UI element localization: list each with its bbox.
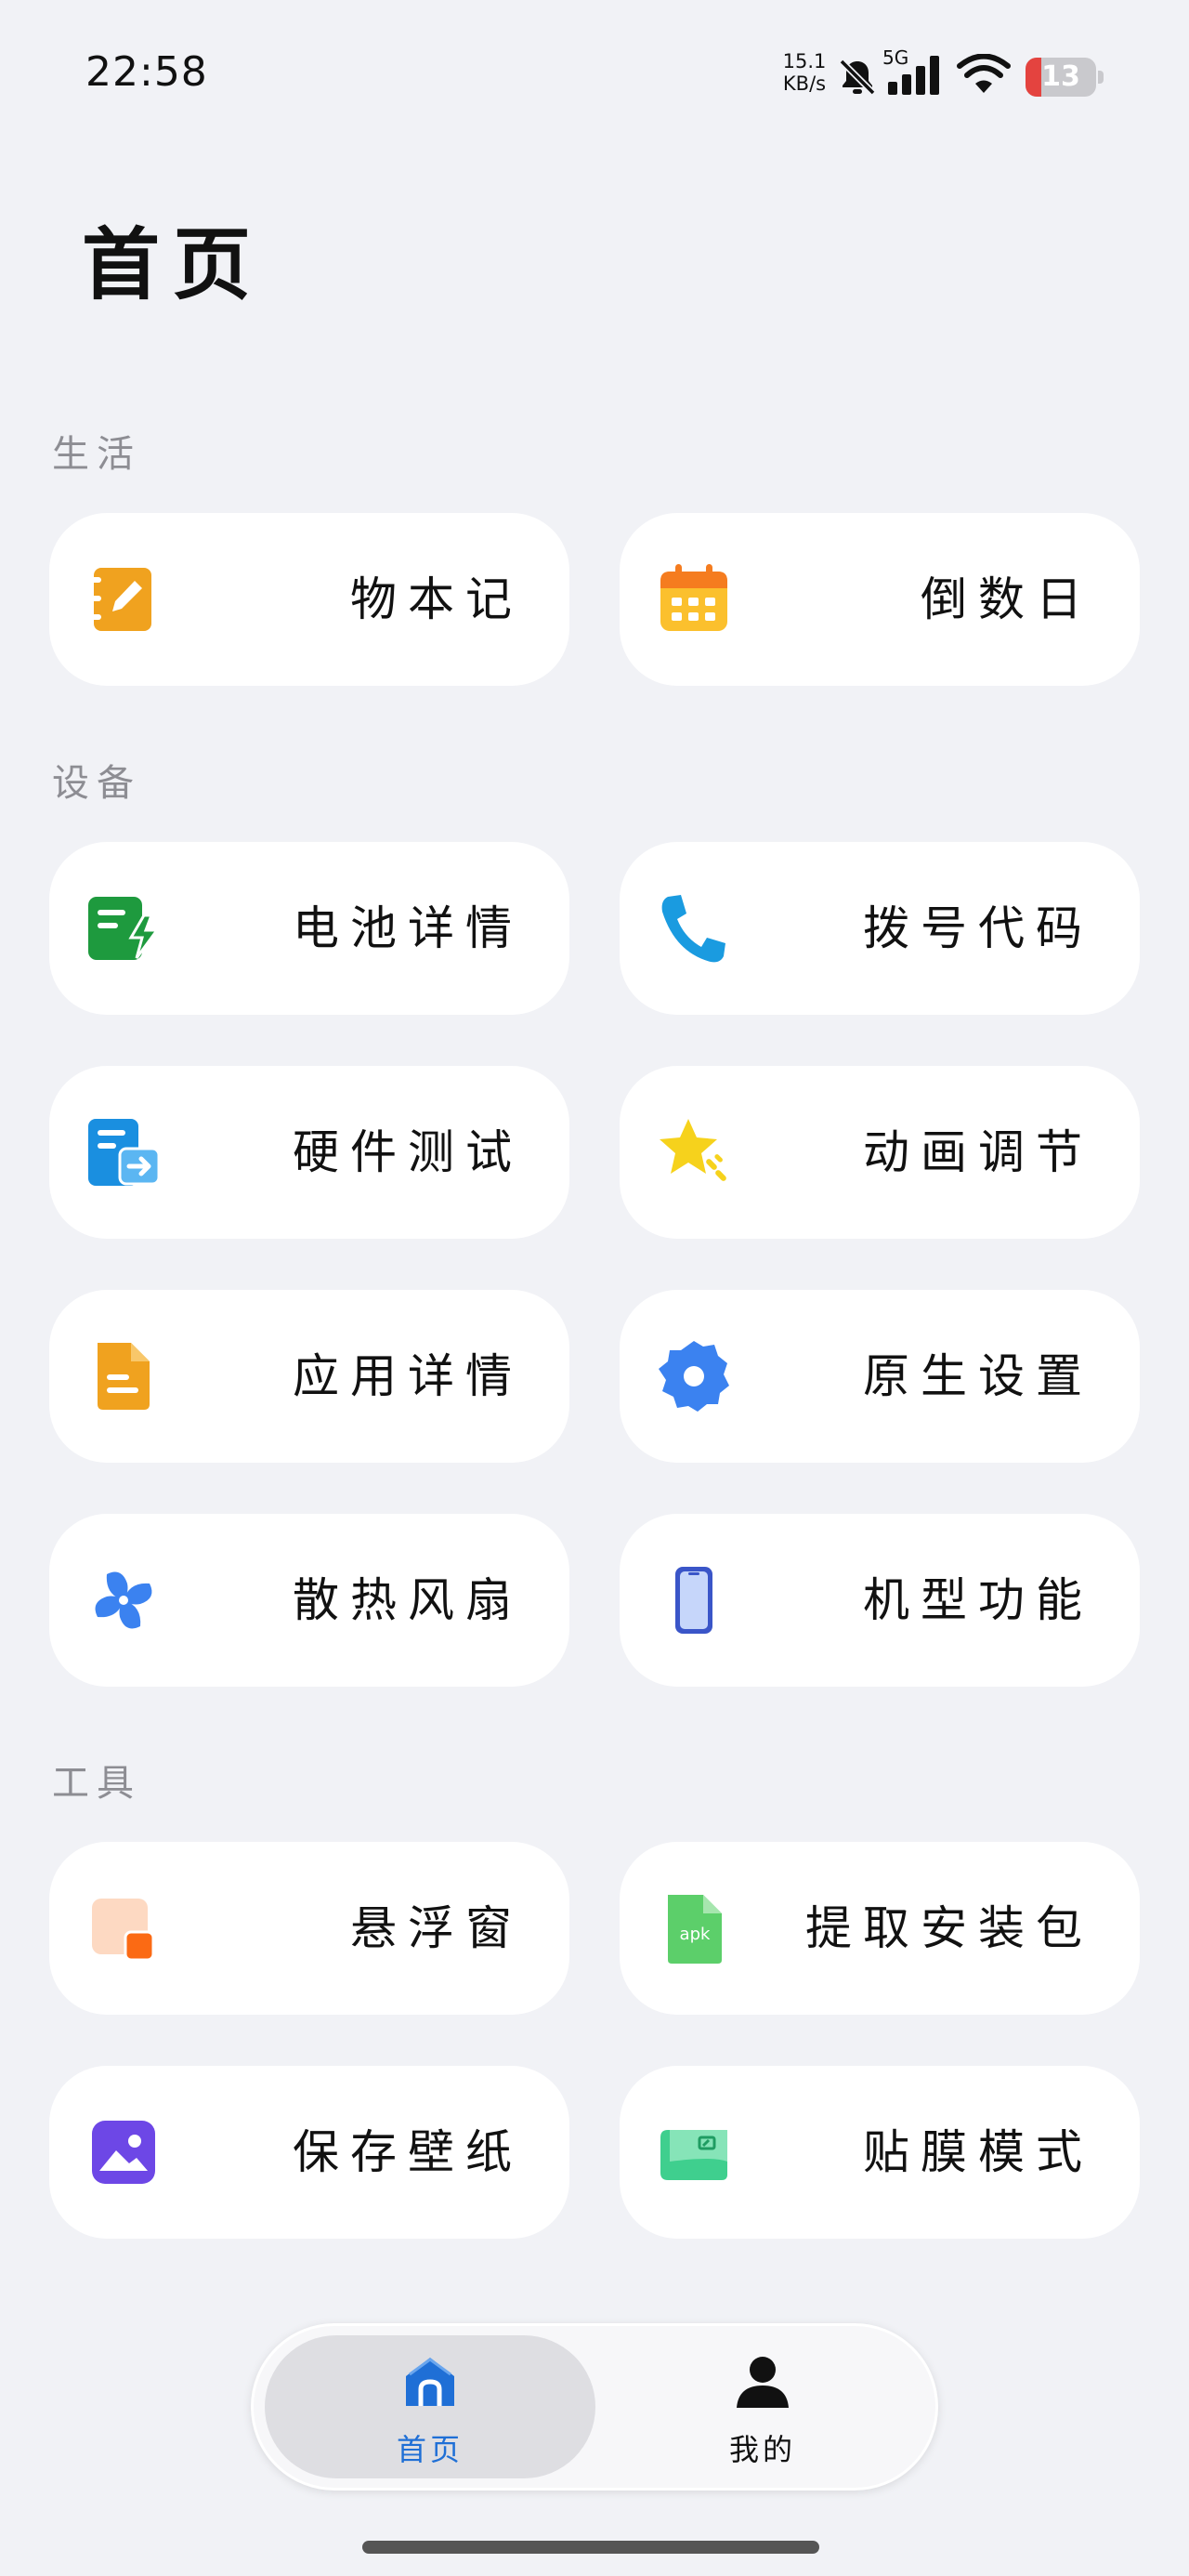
wifi-icon	[957, 54, 1011, 93]
card-countdown-days[interactable]: 倒数日	[620, 513, 1140, 686]
card-label: 悬浮窗	[350, 1901, 523, 1955]
home-indicator-bar[interactable]	[362, 2541, 819, 2554]
card-extract-apk[interactable]: apk 提取安装包	[620, 1842, 1140, 2015]
wallpaper-icon	[86, 2115, 161, 2189]
screen-film-icon	[657, 2115, 731, 2189]
card-label: 拨号代码	[863, 901, 1093, 955]
bell-muted-icon	[839, 59, 876, 96]
card-animation-adjust[interactable]: 动画调节	[620, 1066, 1140, 1239]
network-speed: 15.1 KB/s	[780, 50, 829, 95]
page-title: 首页	[82, 218, 265, 310]
apk-label: apk	[680, 1925, 711, 1944]
card-app-details[interactable]: 应用详情	[49, 1290, 569, 1463]
card-model-features[interactable]: 机型功能	[620, 1514, 1140, 1687]
card-label: 动画调节	[863, 1125, 1093, 1179]
nav-label-mine: 我的	[728, 2432, 796, 2467]
card-native-settings[interactable]: 原生设置	[620, 1290, 1140, 1463]
phone-icon	[657, 891, 731, 966]
nav-tab-home[interactable]: 首页	[265, 2335, 595, 2478]
network-speed-value: 15.1	[782, 50, 827, 72]
apk-file-icon: apk	[657, 1891, 731, 1965]
card-label: 原生设置	[863, 1349, 1093, 1403]
person-icon	[737, 2357, 789, 2408]
card-hardware-test[interactable]: 硬件测试	[49, 1066, 569, 1239]
card-label: 应用详情	[293, 1349, 523, 1403]
card-label: 电池详情	[293, 901, 523, 955]
network-speed-unit: KB/s	[782, 72, 827, 95]
section-title-device: 设备	[52, 762, 141, 805]
nav-label-home: 首页	[396, 2432, 464, 2467]
network-type-label: 5G	[882, 48, 908, 69]
card-floating-window[interactable]: 悬浮窗	[49, 1842, 569, 2015]
home-icon	[406, 2358, 454, 2406]
card-save-wallpaper[interactable]: 保存壁纸	[49, 2066, 569, 2239]
card-film-mode[interactable]: 贴膜模式	[620, 2066, 1140, 2239]
card-cooling-fan[interactable]: 散热风扇	[49, 1514, 569, 1687]
card-label: 提取安装包	[805, 1901, 1093, 1955]
star-icon	[657, 1115, 731, 1189]
card-label: 硬件测试	[293, 1125, 523, 1179]
card-battery-details[interactable]: 电池详情	[49, 842, 569, 1015]
cellular-signal-icon: 5G	[882, 48, 939, 95]
section-title-life: 生活	[52, 433, 141, 476]
card-label: 机型功能	[863, 1573, 1093, 1627]
card-label: 保存壁纸	[293, 2125, 523, 2179]
bottom-navigation: 首页 我的	[251, 2323, 938, 2491]
notebook-icon	[86, 562, 161, 637]
card-dial-codes[interactable]: 拨号代码	[620, 842, 1140, 1015]
status-bar: 22:58 15.1 KB/s 5G 13	[0, 0, 1189, 149]
card-notebook[interactable]: 物本记	[49, 513, 569, 686]
calendar-icon	[657, 562, 731, 637]
nav-tab-mine[interactable]: 我的	[597, 2335, 928, 2478]
hardware-test-icon	[86, 1115, 161, 1189]
card-label: 物本记	[350, 572, 523, 626]
card-label: 散热风扇	[293, 1573, 523, 1627]
fan-icon	[86, 1563, 161, 1637]
section-title-tools: 工具	[52, 1762, 141, 1805]
battery-indicator: 13	[1026, 58, 1096, 97]
card-label: 倒数日	[921, 572, 1093, 626]
card-label: 贴膜模式	[863, 2125, 1093, 2179]
battery-detail-icon	[86, 891, 161, 966]
status-time: 22:58	[85, 48, 208, 96]
floating-window-icon	[86, 1891, 161, 1965]
smartphone-icon	[657, 1563, 731, 1637]
battery-level: 13	[1041, 60, 1080, 93]
gear-icon	[657, 1339, 731, 1413]
document-icon	[86, 1339, 161, 1413]
